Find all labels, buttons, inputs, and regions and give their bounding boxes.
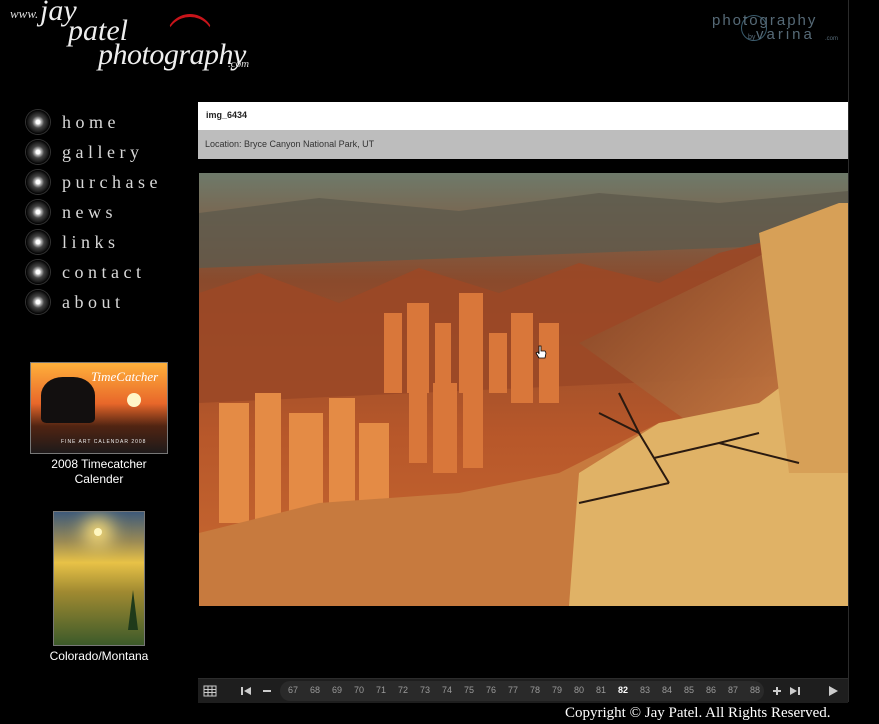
promo-timecatcher[interactable]: TimeCatcher FINE ART CALENDAR 2008 2008 …: [26, 362, 172, 487]
copyright-notice: Copyright © Jay Patel. All Rights Reserv…: [565, 705, 831, 721]
nav-label: home: [62, 112, 120, 132]
image-location: Location: Bryce Canyon National Park, UT: [205, 139, 375, 149]
page-number-link[interactable]: 85: [684, 685, 694, 695]
page-number-link[interactable]: 77: [508, 685, 518, 695]
promo-colorado-montana[interactable]: Colorado/Montana: [40, 511, 158, 664]
page-number-link[interactable]: 70: [354, 685, 364, 695]
grid-icon[interactable]: [203, 684, 217, 698]
promo-sun-shape: [127, 393, 141, 407]
promo-thumb-title: TimeCatcher: [91, 369, 159, 384]
last-icon[interactable]: [788, 684, 802, 698]
nav-label: links: [62, 232, 120, 252]
site-logo[interactable]: www. jay patel photography .com: [6, 0, 256, 80]
promo-timecatcher-image[interactable]: TimeCatcher FINE ART CALENDAR 2008: [30, 362, 168, 454]
main-photo[interactable]: [199, 173, 848, 606]
nav-bullet-icon: [26, 110, 50, 134]
promo-tree-shape: [128, 590, 138, 630]
page-number-link[interactable]: 87: [728, 685, 738, 695]
nav-bullet-icon: [26, 230, 50, 254]
image-viewer: img_6434 Location: Bryce Canyon National…: [198, 102, 848, 703]
page-number-link[interactable]: 83: [640, 685, 650, 695]
page-number-link[interactable]: 74: [442, 685, 452, 695]
page-number-link[interactable]: 72: [398, 685, 408, 695]
nav-bullet-icon: [26, 140, 50, 164]
nav-bullet-icon: [26, 200, 50, 224]
hand-cursor-icon: [535, 345, 547, 359]
page-number-link[interactable]: 76: [486, 685, 496, 695]
image-title-bar: img_6434: [198, 102, 848, 130]
page-number-link[interactable]: 80: [574, 685, 584, 695]
page-number-link[interactable]: 88: [750, 685, 760, 695]
promo-rock-shape: [41, 377, 95, 423]
nav-bullet-icon: [26, 170, 50, 194]
page-number-link[interactable]: 81: [596, 685, 606, 695]
nav-bullet-icon: [26, 260, 50, 284]
nav-label: gallery: [62, 142, 144, 162]
page-number-link[interactable]: 86: [706, 685, 716, 695]
page-number-link[interactable]: 78: [530, 685, 540, 695]
page-number-link[interactable]: 69: [332, 685, 342, 695]
partner-logo-by: by: [748, 34, 756, 41]
partner-logo-com: .com: [825, 36, 839, 42]
partner-logo-line2: varina: [756, 26, 815, 43]
play-icon[interactable]: [826, 684, 840, 698]
page-number-link[interactable]: 73: [420, 685, 430, 695]
promo-sunburst-shape: [94, 528, 102, 536]
nav-label: news: [62, 202, 117, 222]
promo-timecatcher-caption[interactable]: 2008 Timecatcher Calender: [26, 457, 172, 487]
page-number-link[interactable]: 75: [464, 685, 474, 695]
nav-bullet-icon: [26, 290, 50, 314]
nav-label: contact: [62, 262, 146, 282]
logo-www: www.: [10, 6, 39, 21]
canyon-photo-art: [199, 173, 848, 606]
logo-photography: photography: [98, 38, 246, 71]
image-title: img_6434: [206, 110, 248, 120]
page-number-link[interactable]: 67: [288, 685, 298, 695]
minus-icon[interactable]: [260, 684, 274, 698]
image-info-bar: Location: Bryce Canyon National Park, UT: [198, 130, 848, 159]
first-icon[interactable]: [239, 684, 253, 698]
logo-dotcom: .com: [228, 58, 250, 70]
page-number-link[interactable]: 82: [618, 685, 628, 695]
partner-logo[interactable]: photography by varina .com: [710, 8, 840, 48]
nav-label: purchase: [62, 172, 162, 192]
nav-label: about: [62, 292, 125, 312]
thumbnail-navigator: 67 68 69 70 71 72 73 74 75 76 77 78 79 80 81 82 83 84 85 86…: [198, 678, 848, 703]
page-number-link[interactable]: 68: [310, 685, 320, 695]
page-number-link[interactable]: 84: [662, 685, 672, 695]
promo-colorado-montana-image[interactable]: [53, 511, 145, 646]
page-divider: [848, 0, 849, 702]
page-number-strip: 67 68 69 70 71 72 73 74 75 76 77 78 79 80 81 82 83 84 85 86…: [280, 681, 764, 701]
page-number-link[interactable]: 71: [376, 685, 386, 695]
promo-thumb-sub: FINE ART CALENDAR 2008: [61, 439, 147, 445]
plus-icon[interactable]: [770, 684, 784, 698]
page-number-link[interactable]: 79: [552, 685, 562, 695]
promo-colorado-montana-caption[interactable]: Colorado/Montana: [40, 649, 158, 664]
